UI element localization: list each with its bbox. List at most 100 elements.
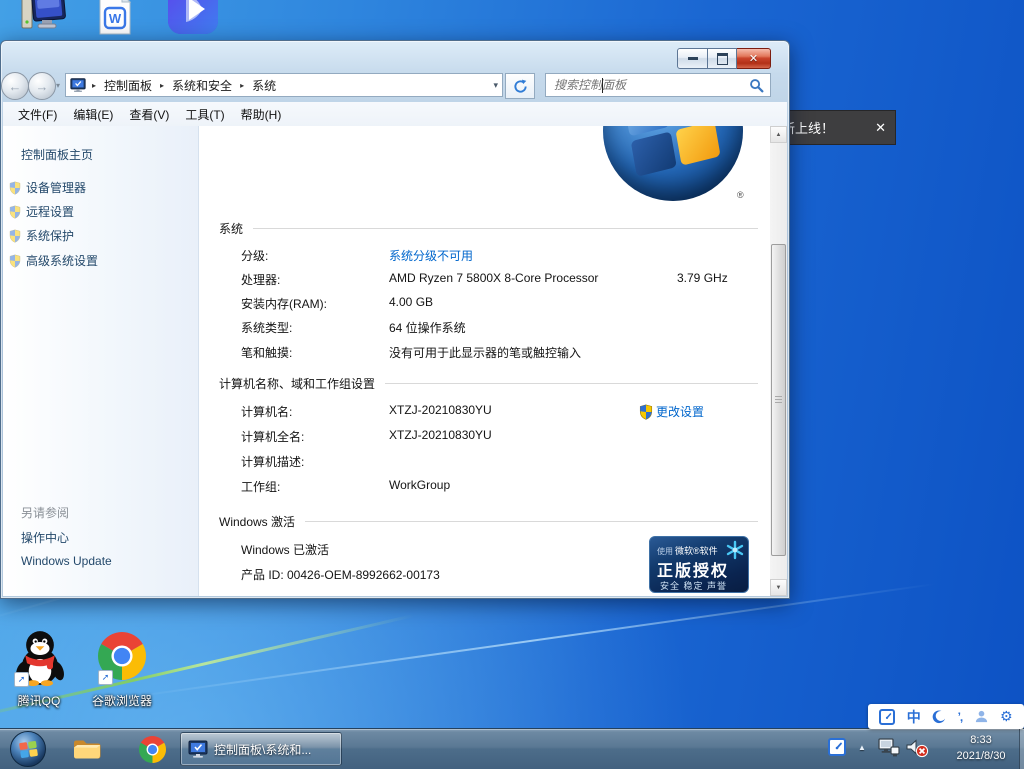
address-bar[interactable]: ▸ 控制面板 ▸ 系统和安全 ▸ 系统 ▾ [65,73,503,97]
main-content: ® 系统 分级: 系统分级不可用 处理器: AMD Ryzen 7 5800X … [199,126,770,596]
search-icon[interactable] [749,78,764,93]
full-computer-name-value: XTZJ-20210830YU [389,428,492,442]
breadcrumb-control-panel[interactable]: 控制面板 [102,77,154,94]
rating-unavailable-link[interactable]: 系统分级不可用 [389,247,473,264]
video-player-icon [166,0,220,36]
breadcrumb-separator-icon: ▸ [158,81,166,90]
minimize-button[interactable] [677,48,708,69]
menu-bar: 文件(F) 编辑(E) 查看(V) 工具(T) 帮助(H) [3,102,787,127]
sidebar-item-control-panel-home[interactable]: 控制面板主页 [21,146,93,163]
shortcut-label-chrome[interactable]: 谷歌浏览器 [77,692,167,709]
show-desktop-button[interactable] [1019,729,1024,769]
menu-tools[interactable]: 工具(T) [178,103,231,126]
system-window-icon [188,739,208,759]
menu-view[interactable]: 查看(V) [122,103,176,126]
tray-network-icon[interactable] [878,738,900,761]
toast-close-icon[interactable]: ✕ [875,120,886,136]
windows-flag-icon [623,126,720,177]
refresh-icon [513,79,528,94]
ime-user-icon[interactable] [974,709,989,724]
clock-date: 2021/8/30 [943,748,1019,764]
taskbar-chrome-button[interactable] [136,735,168,763]
forward-button[interactable]: → [28,72,56,100]
badge-tagline: 安全 稳定 声誉 [660,579,727,592]
desktop-icon-wps-document[interactable]: W [94,0,136,36]
genuine-software-badge[interactable]: 使用微软®软件 正版授权 安全 稳定 声誉 [649,536,749,593]
scroll-up-icon: ▲ [776,132,782,138]
breadcrumb-system-security[interactable]: 系统和安全 [170,77,234,94]
desktop-icon-tencent-qq[interactable]: ➚ [14,628,66,688]
tray-ime-icon[interactable] [828,738,846,756]
shortcut-arrow-icon: ➚ [14,672,29,687]
section-heading-computer-name: 计算机名称、域和工作组设置 [219,375,758,392]
menu-file[interactable]: 文件(F) [11,103,64,126]
section-title: 系统 [219,220,243,237]
back-arrow-icon: ← [9,79,22,94]
ime-mode-chinese[interactable]: 中 [907,707,921,727]
scroll-down-button[interactable]: ▼ [770,579,787,596]
breadcrumb-system[interactable]: 系统 [250,77,278,94]
sidebar-item-remote-settings[interactable]: 远程设置 [9,203,74,220]
badge-brand: 微软®软件 [675,546,718,556]
pen-touch-value: 没有可用于此显示器的笔或触控输入 [389,344,581,361]
maximize-icon [717,53,728,65]
scrollbar-thumb[interactable] [771,244,786,556]
caption-buttons: ✕ [677,48,771,69]
scroll-up-button[interactable]: ▲ [770,126,787,143]
row-label: 计算机描述: [241,453,304,470]
tray-volume-muted-icon[interactable] [905,737,929,762]
ime-punctuation-icon[interactable]: ’, [958,710,963,724]
row-label: 安装内存(RAM): [241,295,327,312]
desktop-icon-video-player[interactable] [166,0,220,36]
sidebar-item-device-manager[interactable]: 设备管理器 [9,179,86,196]
minimize-icon [688,57,698,60]
taskbar-active-task-control-panel[interactable]: 控制面板\系统和... [180,732,342,766]
row-label: 系统类型: [241,319,292,336]
section-heading-system: 系统 [219,220,758,237]
ime-settings-gear-icon[interactable]: ⚙ [1000,708,1013,725]
ime-moon-icon[interactable] [932,710,946,724]
sidebar-item-advanced-system-settings[interactable]: 高级系统设置 [9,252,98,269]
scroll-down-icon: ▼ [776,585,782,591]
sidebar-item-action-center[interactable]: 操作中心 [21,529,69,546]
desktop: W 新上线！ ✕ ✕ ← → ▾ [0,0,1024,768]
show-hidden-icons-button[interactable]: ▲ [858,743,866,752]
address-dropdown-icon[interactable]: ▾ [493,80,498,91]
change-settings-label: 更改设置 [656,403,704,420]
badge-line1: 使用微软®软件 [657,544,718,557]
system-properties-window: ✕ ← → ▾ ▸ 控制面板 ▸ 系统和安全 ▸ 系统 ▾ [0,40,790,599]
wallpaper-streak [124,583,936,699]
row-label: 计算机全名: [241,428,304,445]
ime-logo-icon[interactable] [879,709,895,725]
start-windows-flag-icon [19,741,38,758]
sidebar: 控制面板主页 设备管理器 远程设置 系统保护 高级系统设置 另请参阅 [3,126,199,596]
row-label: 工作组: [241,478,280,495]
processor-speed: 3.79 GHz [677,271,728,285]
genuine-star-icon [725,540,745,560]
recent-pages-dropdown-icon[interactable]: ▾ [56,81,60,90]
sidebar-item-windows-update[interactable]: Windows Update [21,554,112,568]
shortcut-arrow-icon: ➚ [98,670,113,685]
desktop-icon-computer[interactable] [20,0,68,36]
shortcut-label-qq[interactable]: 腾讯QQ [0,692,84,709]
menu-help[interactable]: 帮助(H) [234,103,289,126]
processor-value: AMD Ryzen 7 5800X 8-Core Processor [389,271,598,285]
explorer-folder-icon [72,737,102,761]
notification-toast: 新上线！ ✕ [772,110,896,145]
sidebar-item-system-protection[interactable]: 系统保护 [9,227,74,244]
taskbar-clock[interactable]: 8:33 2021/8/30 [943,732,1019,764]
refresh-button[interactable] [505,73,535,99]
change-settings-link[interactable]: 更改设置 [639,403,704,420]
menu-edit[interactable]: 编辑(E) [66,103,120,126]
back-button[interactable]: ← [1,72,29,100]
vertical-scrollbar[interactable]: ▲ ▼ [770,126,787,596]
maximize-button[interactable] [708,48,737,69]
text-cursor [602,78,603,93]
badge-prefix: 使用 [657,547,673,556]
start-button[interactable] [10,731,46,767]
close-button[interactable]: ✕ [737,48,771,69]
row-label: 计算机名: [241,403,292,420]
taskbar-explorer-button[interactable] [70,735,104,763]
desktop-icon-chrome[interactable]: ➚ [98,632,146,686]
search-input[interactable] [552,77,749,93]
